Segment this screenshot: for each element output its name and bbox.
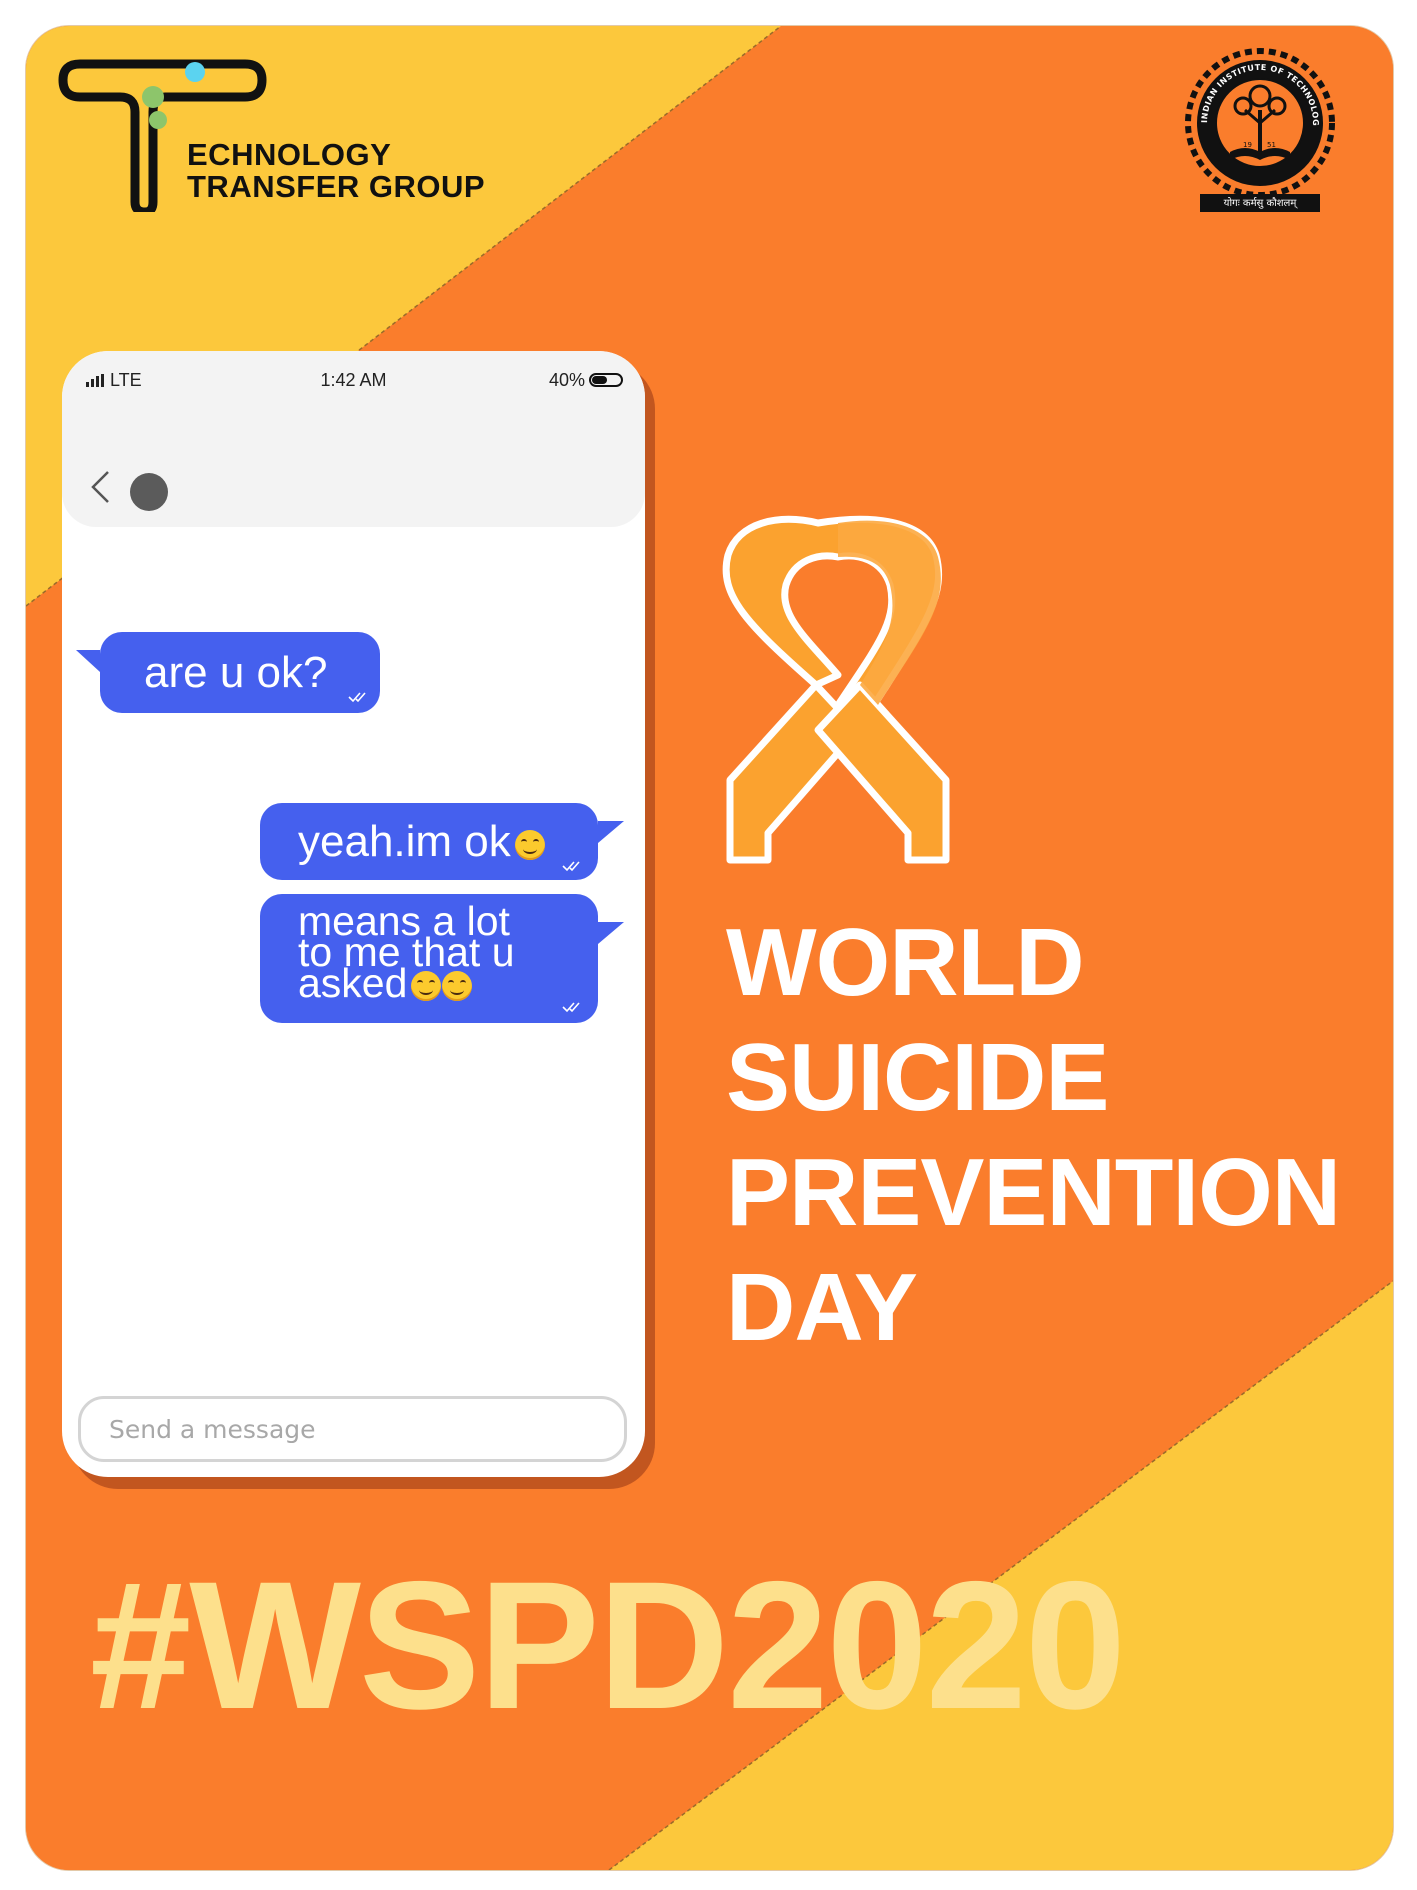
title-line: DAY (726, 1254, 918, 1361)
bubble-tail (598, 922, 624, 944)
hashtag: #WSPD2020 (90, 1543, 1126, 1747)
back-icon[interactable] (88, 469, 114, 505)
phone-mockup: LTE 1:42 AM 40% are u ok? yeah.im ok mea… (62, 351, 645, 1477)
message-line: asked (298, 960, 408, 1006)
bubble-tail (76, 650, 100, 672)
logo-text-line2: TRANSFER GROUP (187, 169, 486, 204)
awareness-ribbon-icon (722, 515, 950, 864)
ttg-logo: ECHNOLOGY TRANSFER GROUP (35, 42, 485, 212)
checkmark-icon (562, 861, 580, 872)
avatar[interactable] (130, 473, 168, 511)
battery-icon (589, 373, 623, 387)
status-battery: 40% (549, 369, 623, 391)
message-received: are u ok? (76, 632, 380, 713)
message-sent: yeah.im ok (260, 803, 624, 880)
svg-text:19: 19 (1243, 141, 1252, 149)
smile-emoji-icon (411, 971, 442, 1001)
message-sent: means a lot to me that u asked (260, 894, 624, 1023)
checkmark-icon (348, 692, 366, 703)
seal-emblem-icon: INDIAN INSTITUTE OF TECHNOLOGY KHARAGPUR… (1185, 48, 1335, 212)
logo-text-line1: ECHNOLOGY (187, 137, 392, 172)
battery-percent: 40% (548, 370, 585, 390)
campaign-title: WORLD SUICIDE PREVENTION DAY (726, 905, 1341, 1365)
smile-emoji-icon (442, 971, 473, 1001)
message-text: yeah.im ok (298, 817, 511, 866)
bubble-tail (598, 821, 624, 843)
title-line: PREVENTION (726, 1139, 1341, 1246)
message-input[interactable] (78, 1396, 627, 1462)
title-line: WORLD (726, 909, 1085, 1016)
chat-header: LTE 1:42 AM 40% (62, 351, 645, 527)
checkmark-icon (562, 1002, 580, 1013)
smile-emoji-icon (514, 830, 545, 860)
svg-text:51: 51 (1267, 141, 1276, 149)
title-line: SUICIDE (726, 1024, 1109, 1131)
iit-kharagpur-seal: INDIAN INSTITUTE OF TECHNOLOGY KHARAGPUR… (1185, 48, 1335, 214)
seal-motto: योगः कर्मसु कौशलम् (1223, 198, 1297, 209)
message-text: are u ok? (144, 648, 328, 697)
